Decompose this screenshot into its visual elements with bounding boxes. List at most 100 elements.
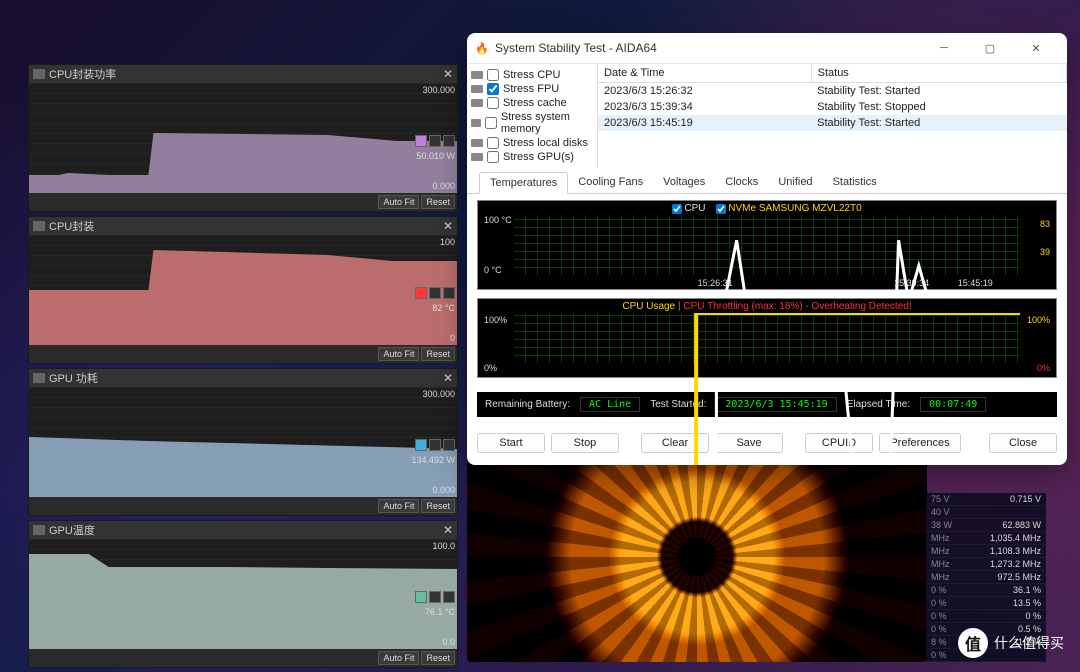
series-swatch[interactable] — [415, 591, 427, 603]
series-swatch[interactable] — [443, 135, 455, 147]
tab-temperatures[interactable]: Temperatures — [479, 172, 568, 194]
chip-icon — [33, 373, 45, 383]
stress-checkbox[interactable] — [487, 137, 499, 149]
tab-cooling-fans[interactable]: Cooling Fans — [568, 172, 653, 193]
app-icon: 🔥 — [475, 41, 489, 55]
stress-option[interactable]: Stress cache — [471, 96, 593, 110]
stress-checkbox[interactable] — [485, 117, 497, 129]
monitor-panel: GPU温度 ✕ 100.0 76.1 °C 0.0 Auto Fit Reset — [28, 520, 458, 668]
tab-statistics[interactable]: Statistics — [823, 172, 887, 193]
reading-row: 40 V — [926, 506, 1046, 519]
device-icon — [471, 99, 483, 107]
stress-option[interactable]: Stress FPU — [471, 82, 593, 96]
device-icon — [471, 71, 483, 79]
device-icon — [471, 153, 483, 161]
reset-button[interactable]: Reset — [421, 499, 455, 513]
window-title: System Stability Test - AIDA64 — [495, 41, 921, 55]
stress-options: Stress CPU Stress FPU Stress cache Stress s… — [467, 64, 597, 168]
stress-label: Stress GPU(s) — [503, 151, 574, 163]
log-row[interactable]: 2023/6/3 15:39:34Stability Test: Stopped — [598, 99, 1067, 115]
tab-clocks[interactable]: Clocks — [715, 172, 768, 193]
reading-row: MHz1,108.3 MHz — [926, 545, 1046, 558]
stress-checkbox[interactable] — [487, 151, 499, 163]
device-icon — [471, 139, 483, 147]
reading-row: MHz972.5 MHz — [926, 571, 1046, 584]
series-swatch[interactable] — [443, 439, 455, 451]
device-icon — [471, 119, 481, 127]
close-button[interactable]: ✕ — [1013, 33, 1059, 63]
stress-option[interactable]: Stress GPU(s) — [471, 150, 593, 164]
reading-row: 75 V0.715 V — [926, 493, 1046, 506]
stress-label: Stress local disks — [503, 137, 588, 149]
event-log: Date & Time Status 2023/6/3 15:26:32Stab… — [597, 64, 1067, 168]
tab-unified[interactable]: Unified — [768, 172, 822, 193]
stress-label: Stress system memory — [501, 111, 593, 135]
minimize-button[interactable]: ─ — [921, 33, 967, 63]
series-swatch[interactable] — [415, 287, 427, 299]
log-body: 2023/6/3 15:26:32Stability Test: Started… — [598, 83, 1067, 132]
reading-row: MHz1,273.2 MHz — [926, 558, 1046, 571]
chip-icon — [33, 69, 45, 79]
series-swatch[interactable] — [443, 591, 455, 603]
stress-option[interactable]: Stress CPU — [471, 68, 593, 82]
series-swatch[interactable] — [415, 439, 427, 451]
temperature-graph: CPU NVMe SAMSUNG MZVL22T0 100 °C 0 °C 83… — [477, 200, 1057, 290]
autofit-button[interactable]: Auto Fit — [378, 651, 419, 665]
series-swatch[interactable] — [429, 591, 441, 603]
tab-strip: TemperaturesCooling FansVoltagesClocksUn… — [467, 172, 1067, 194]
panel-title: CPU封装功率 — [49, 66, 443, 82]
reset-button[interactable]: Reset — [421, 195, 455, 209]
series-swatch[interactable] — [429, 135, 441, 147]
series-swatch[interactable] — [415, 135, 427, 147]
reading-row: MHz1,035.4 MHz — [926, 532, 1046, 545]
panel-close-button[interactable]: ✕ — [443, 371, 453, 385]
stress-checkbox[interactable] — [487, 83, 499, 95]
col-datetime[interactable]: Date & Time — [598, 64, 811, 83]
monitor-panel: CPU封装 ✕ 100 82 °C 0 Auto Fit Reset — [28, 216, 458, 364]
reading-row: 0 %0 % — [926, 610, 1046, 623]
panel-close-button[interactable]: ✕ — [443, 219, 453, 233]
usage-graph: CPU Usage | CPU Throttling (max: 18%) - … — [477, 298, 1057, 378]
nvme-series-toggle[interactable]: NVMe SAMSUNG MZVL22T0 — [716, 203, 861, 214]
panel-title: GPU温度 — [49, 522, 443, 538]
watermark: 值 什么值得买 — [958, 628, 1064, 658]
reading-row: 0 %36.1 % — [926, 584, 1046, 597]
stress-label: Stress FPU — [503, 83, 559, 95]
stress-label: Stress cache — [503, 97, 567, 109]
monitor-panel: GPU 功耗 ✕ 300.000 134.492 W 0.000 Auto Fi… — [28, 368, 458, 516]
reset-button[interactable]: Reset — [421, 651, 455, 665]
aida-window: 🔥 System Stability Test - AIDA64 ─ ▢ ✕ S… — [467, 33, 1067, 465]
watermark-icon: 值 — [958, 628, 988, 658]
benchmark-background — [467, 452, 927, 662]
monitor-panels: CPU封装功率 ✕ 300.000 50.010 W 0.000 Auto Fi… — [28, 64, 458, 672]
monitor-panel: CPU封装功率 ✕ 300.000 50.010 W 0.000 Auto Fi… — [28, 64, 458, 212]
panel-title: GPU 功耗 — [49, 370, 443, 386]
series-swatch[interactable] — [429, 439, 441, 451]
maximize-button[interactable]: ▢ — [967, 33, 1013, 63]
stress-label: Stress CPU — [503, 69, 560, 81]
series-swatch[interactable] — [443, 287, 455, 299]
log-row[interactable]: 2023/6/3 15:26:32Stability Test: Started — [598, 83, 1067, 100]
panel-close-button[interactable]: ✕ — [443, 67, 453, 81]
tab-voltages[interactable]: Voltages — [653, 172, 715, 193]
stress-checkbox[interactable] — [487, 97, 499, 109]
reading-row: 38 W62.883 W — [926, 519, 1046, 532]
autofit-button[interactable]: Auto Fit — [378, 195, 419, 209]
titlebar[interactable]: 🔥 System Stability Test - AIDA64 ─ ▢ ✕ — [467, 33, 1067, 63]
autofit-button[interactable]: Auto Fit — [378, 499, 419, 513]
panel-title: CPU封装 — [49, 218, 443, 234]
col-status[interactable]: Status — [811, 64, 1066, 83]
chip-icon — [33, 221, 45, 231]
stress-checkbox[interactable] — [487, 69, 499, 81]
stress-option[interactable]: Stress system memory — [471, 110, 593, 136]
cpu-series-toggle[interactable]: CPU — [672, 203, 705, 214]
reset-button[interactable]: Reset — [421, 347, 455, 361]
series-swatch[interactable] — [429, 287, 441, 299]
panel-close-button[interactable]: ✕ — [443, 523, 453, 537]
chip-icon — [33, 525, 45, 535]
reading-row: 0 %13.5 % — [926, 597, 1046, 610]
log-row[interactable]: 2023/6/3 15:45:19Stability Test: Started — [598, 115, 1067, 131]
stress-option[interactable]: Stress local disks — [471, 136, 593, 150]
autofit-button[interactable]: Auto Fit — [378, 347, 419, 361]
device-icon — [471, 85, 483, 93]
